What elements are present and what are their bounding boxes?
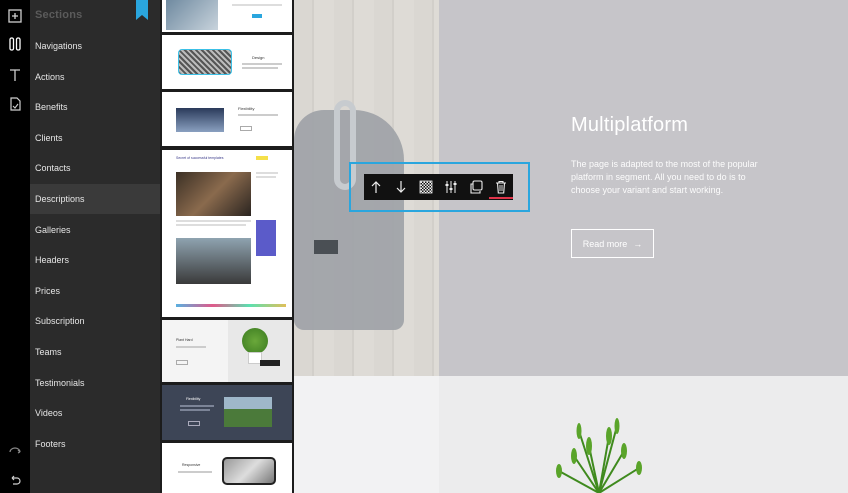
settings-icon[interactable] [441, 177, 461, 197]
sidebar-item-contacts[interactable]: Contacts [30, 153, 160, 183]
redo-icon[interactable] [5, 441, 25, 461]
sidebar-item-navigations[interactable]: Navigations [30, 31, 160, 61]
sections-menu: Sections Navigations Actions Benefits Clien… [30, 0, 160, 493]
delete-hover-indicator [489, 197, 513, 199]
sidebar-item-testimonials[interactable]: Testimonials [30, 368, 160, 398]
thumb-gallery-heading: Secret of successful templates [176, 156, 224, 160]
menu-title: Sections [35, 9, 83, 21]
thumb-responsive-label: Responsive [182, 463, 201, 467]
move-up-icon[interactable] [366, 177, 386, 197]
undo-icon[interactable] [5, 470, 25, 490]
icon-rail [0, 0, 30, 493]
thumbnail-description-1[interactable] [162, 0, 292, 32]
sidebar-item-actions[interactable]: Actions [30, 62, 160, 92]
duplicate-icon[interactable] [466, 177, 486, 197]
thumb-flexibility-dark-label: Flexibility [186, 397, 201, 401]
sidebar-item-clients[interactable]: Clients [30, 123, 160, 153]
sections-icon[interactable] [5, 34, 25, 54]
sidebar-item-prices[interactable]: Prices [30, 276, 160, 306]
sidebar-item-benefits[interactable]: Benefits [30, 92, 160, 122]
bookmark-icon[interactable] [136, 0, 148, 20]
hero-description: The page is adapted to the most of the p… [571, 159, 758, 195]
plant-image [439, 376, 848, 493]
sidebar-item-galleries[interactable]: Galleries [30, 215, 160, 245]
sidebar-item-videos[interactable]: Videos [30, 398, 160, 428]
thumbnail-description-5[interactable]: Plant Hard [162, 320, 292, 382]
background-icon[interactable] [416, 177, 436, 197]
read-more-button[interactable]: Read more → [571, 229, 654, 258]
delete-icon[interactable] [491, 177, 511, 197]
sidebar-item-teams[interactable]: Teams [30, 337, 160, 367]
sidebar-item-footers[interactable]: Footers [30, 429, 160, 459]
thumb-plant-label: Plant Hard [176, 338, 193, 342]
page-icon[interactable] [5, 94, 25, 114]
thumbnail-description-7[interactable]: Responsive [162, 443, 292, 493]
thumbnail-description-2[interactable]: Design [162, 35, 292, 89]
thumbnail-description-3[interactable]: Flexibility [162, 92, 292, 146]
lower-section-image [439, 376, 848, 493]
move-down-icon[interactable] [391, 177, 411, 197]
read-more-label: Read more [582, 238, 628, 249]
sidebar-item-subscription[interactable]: Subscription [30, 306, 160, 336]
thumbnail-description-6[interactable]: Flexibility [162, 385, 292, 440]
app-root: Sections Navigations Actions Benefits Clien… [0, 0, 848, 493]
text-icon[interactable] [5, 65, 25, 85]
thumbnail-description-4[interactable]: Secret of successful templates [162, 150, 292, 317]
hero-heading: Multiplatform [571, 114, 689, 136]
section-thumbnails: Design Flexibility Secret of successful … [160, 0, 294, 493]
arrow-right-icon: → [633, 238, 643, 249]
sidebar-item-headers[interactable]: Headers [30, 245, 160, 275]
thumb-design-label: Design [252, 55, 265, 60]
lower-section-left [294, 376, 439, 493]
page-canvas: Multiplatform The page is adapted to the… [294, 0, 848, 493]
thumb-flexibility-label: Flexibility [238, 106, 255, 111]
sidebar-item-descriptions[interactable]: Descriptions [30, 184, 160, 214]
add-section-icon[interactable] [5, 6, 25, 26]
